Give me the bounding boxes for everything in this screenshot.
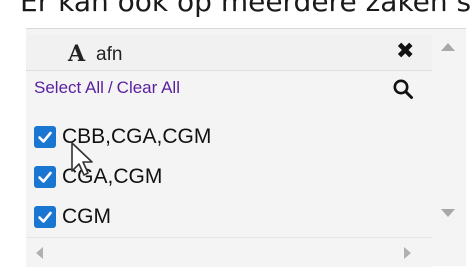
check-icon (38, 131, 52, 143)
checkbox-checked[interactable] (34, 206, 56, 228)
list-item[interactable]: CBB,CGA,CGM (34, 117, 414, 157)
text-type-icon: A (68, 41, 86, 67)
horizontal-scrollbar[interactable] (26, 237, 432, 267)
check-icon (38, 171, 52, 183)
close-icon[interactable]: ✖ (396, 41, 414, 63)
list-item-label: CGA,CGM (62, 165, 163, 188)
filter-actions: Select All / Clear All (34, 78, 180, 98)
scroll-up-arrow-icon[interactable] (441, 43, 455, 51)
actions-separator: / (107, 78, 113, 97)
check-icon (38, 211, 52, 223)
list-item-label: CGM (62, 205, 111, 228)
select-all-link[interactable]: Select All (34, 78, 104, 97)
list-item-label: CBB,CGA,CGM (62, 125, 212, 148)
checkbox-checked[interactable] (34, 166, 56, 188)
checkbox-checked[interactable] (34, 126, 56, 148)
filter-value-list: CBB,CGA,CGM CGA,CGM CGM (34, 117, 414, 237)
list-item[interactable]: CGA,CGM (34, 157, 414, 197)
vertical-scrollbar[interactable] (432, 29, 466, 239)
list-item[interactable]: CGM (34, 197, 414, 237)
partial-page-text: Er kan ook op meerdere zaken s (20, 0, 472, 18)
scroll-down-arrow-icon[interactable] (441, 209, 455, 217)
scroll-right-arrow-icon[interactable] (404, 247, 411, 259)
scroll-left-arrow-icon[interactable] (36, 247, 43, 259)
search-icon[interactable] (392, 78, 414, 100)
filter-panel: A afn ✖ Select All / Clear All CBB,CGA,CGM… (26, 28, 466, 267)
filter-field-name: afn (96, 44, 123, 65)
clear-all-link[interactable]: Clear All (117, 78, 180, 97)
filter-header: A afn ✖ (26, 35, 432, 71)
